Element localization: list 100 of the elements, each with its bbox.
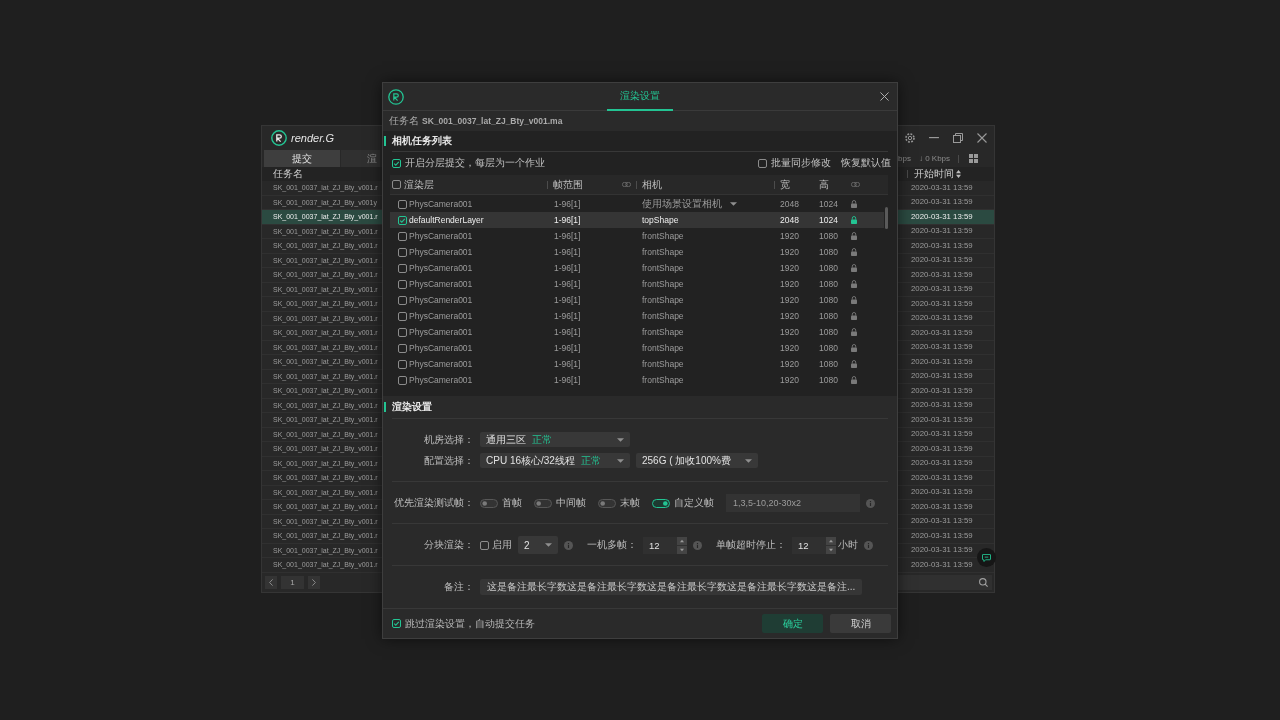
table-row[interactable]: PhysCamera001 1-96[1] frontShape 1920 1080	[390, 244, 884, 260]
restore-icon[interactable]	[953, 133, 963, 143]
checkbox[interactable]	[398, 295, 407, 305]
logo-icon	[271, 130, 287, 146]
tab[interactable]: 渲	[341, 150, 380, 167]
lock-icon[interactable]	[851, 344, 857, 352]
toggle-switch[interactable]	[534, 498, 552, 508]
table-row[interactable]: PhysCamera001 1-96[1] 使用场景设置相机 2048 1024	[390, 196, 884, 212]
toggle-label: 首帧	[502, 496, 522, 510]
lock-icon[interactable]	[851, 200, 857, 208]
close-icon[interactable]	[880, 92, 889, 101]
sort-icon[interactable]	[956, 170, 961, 178]
chevron-right-icon	[312, 578, 316, 586]
table-row[interactable]: PhysCamera001 1-96[1] frontShape 1920 1080	[390, 324, 884, 340]
layer-name: PhysCamera001	[409, 263, 473, 273]
layer-name: PhysCamera001	[409, 375, 473, 385]
lock-icon[interactable]	[851, 328, 857, 336]
grid-icon[interactable]	[969, 154, 979, 163]
caret-icon	[545, 543, 552, 547]
custom-frames-field[interactable]: 1,3,5-10,20-30x2	[726, 494, 860, 512]
table-row[interactable]: PhysCamera001 1-96[1] frontShape 1920 1080	[390, 228, 884, 244]
link-icon[interactable]	[622, 182, 631, 187]
table-row[interactable]: PhysCamera001 1-96[1] frontShape 1920 1080	[390, 292, 884, 308]
cpu-dropdown[interactable]: CPU 16核心/32线程 正常	[480, 453, 630, 468]
region-dropdown[interactable]: 通用三区 正常	[480, 432, 630, 447]
toggle-switch[interactable]	[480, 498, 498, 508]
lock-icon[interactable]	[851, 312, 857, 320]
next-page-button[interactable]	[308, 575, 320, 589]
lock-icon[interactable]	[851, 296, 857, 304]
checkbox[interactable]	[398, 279, 407, 289]
toggle-switch[interactable]	[598, 498, 616, 508]
page-field[interactable]: 1	[281, 575, 304, 589]
camera-name: frontShape	[642, 359, 684, 369]
checkbox[interactable]	[392, 180, 401, 189]
note-field[interactable]: 这是备注最长字数这是备注最长字数这是备注最长字数这是备注最长字数这是备注...	[480, 579, 863, 595]
search-field[interactable]	[898, 574, 992, 590]
camera-name: frontShape	[642, 279, 684, 289]
cancel-button[interactable]: 取消	[830, 614, 891, 633]
frame-range: 1-96[1]	[554, 199, 581, 209]
table-row[interactable]: PhysCamera001 1-96[1] frontShape 1920 1080	[390, 260, 884, 276]
frame-range: 1-96[1]	[554, 327, 581, 337]
column-header: 帧范围	[553, 177, 583, 192]
checkbox[interactable]	[480, 540, 489, 550]
checkbox[interactable]	[392, 619, 401, 628]
confirm-button[interactable]: 确定	[762, 614, 823, 633]
number-field[interactable]: 12	[792, 536, 836, 554]
toggle-switch[interactable]	[652, 498, 670, 508]
field-label: 配置选择：	[423, 453, 474, 468]
frame-range: 1-96[1]	[554, 343, 581, 353]
logo-icon	[388, 88, 404, 105]
spin-arrows-icon[interactable]	[677, 536, 687, 554]
height-value: 1080	[819, 311, 838, 321]
search-icon[interactable]	[979, 577, 988, 587]
lock-icon[interactable]	[851, 376, 857, 384]
settings-icon[interactable]	[905, 133, 915, 143]
scrollbar[interactable]	[885, 207, 888, 229]
spin-arrows-icon[interactable]	[826, 536, 836, 554]
chat-button[interactable]	[977, 548, 996, 567]
lock-icon[interactable]	[851, 232, 857, 240]
column-header[interactable]: 开始时间	[914, 167, 954, 181]
table-row[interactable]: PhysCamera001 1-96[1] frontShape 1920 1080	[390, 372, 884, 388]
toggle-label: 自定义帧	[674, 496, 714, 510]
lock-icon[interactable]	[851, 360, 857, 368]
checkbox[interactable]	[398, 215, 407, 225]
lock-icon[interactable]	[851, 280, 857, 288]
checkbox[interactable]	[398, 263, 407, 273]
layer-name: PhysCamera001	[409, 247, 473, 257]
table-row[interactable]: PhysCamera001 1-96[1] frontShape 1920 1080	[390, 356, 884, 372]
number-field[interactable]: 12	[643, 536, 687, 554]
tile-count-dropdown[interactable]: 2	[518, 536, 558, 554]
link-icon[interactable]	[851, 182, 860, 187]
checkbox[interactable]	[398, 311, 407, 321]
frame-range: 1-96[1]	[554, 231, 581, 241]
height-value: 1080	[819, 247, 838, 257]
checkbox[interactable]	[398, 359, 407, 369]
reset-defaults-link[interactable]: 恢复默认值	[841, 156, 891, 170]
table-row[interactable]: defaultRenderLayer 1-96[1] topShape 2048 1024	[390, 212, 884, 228]
table-row[interactable]: PhysCamera001 1-96[1] frontShape 1920 1080	[390, 276, 884, 292]
lock-icon[interactable]	[851, 248, 857, 256]
checkbox[interactable]	[398, 199, 407, 209]
lock-icon[interactable]	[851, 216, 857, 224]
dialog-tab[interactable]: 渲染设置	[607, 83, 673, 111]
checkbox[interactable]	[758, 158, 767, 168]
field-label: 优先渲染测试帧：	[393, 496, 474, 510]
checkbox[interactable]	[398, 231, 407, 241]
table-row[interactable]: PhysCamera001 1-96[1] frontShape 1920 1080	[390, 340, 884, 356]
checkbox[interactable]	[398, 327, 407, 337]
checkbox[interactable]	[392, 158, 401, 168]
minimize-icon[interactable]	[929, 137, 939, 139]
layer-name: PhysCamera001	[409, 231, 473, 241]
tab[interactable]: 提交	[264, 150, 340, 167]
checkbox[interactable]	[398, 375, 407, 385]
memory-dropdown[interactable]: 256G ( 加收100%费	[636, 453, 758, 468]
close-icon[interactable]	[977, 133, 987, 143]
table-row[interactable]: PhysCamera001 1-96[1] frontShape 1920 1080	[390, 308, 884, 324]
lock-icon[interactable]	[851, 264, 857, 272]
checkbox[interactable]	[398, 343, 407, 353]
previous-page-button[interactable]	[265, 575, 277, 589]
camera-dropdown[interactable]: 使用场景设置相机	[642, 197, 737, 211]
checkbox[interactable]	[398, 247, 407, 257]
